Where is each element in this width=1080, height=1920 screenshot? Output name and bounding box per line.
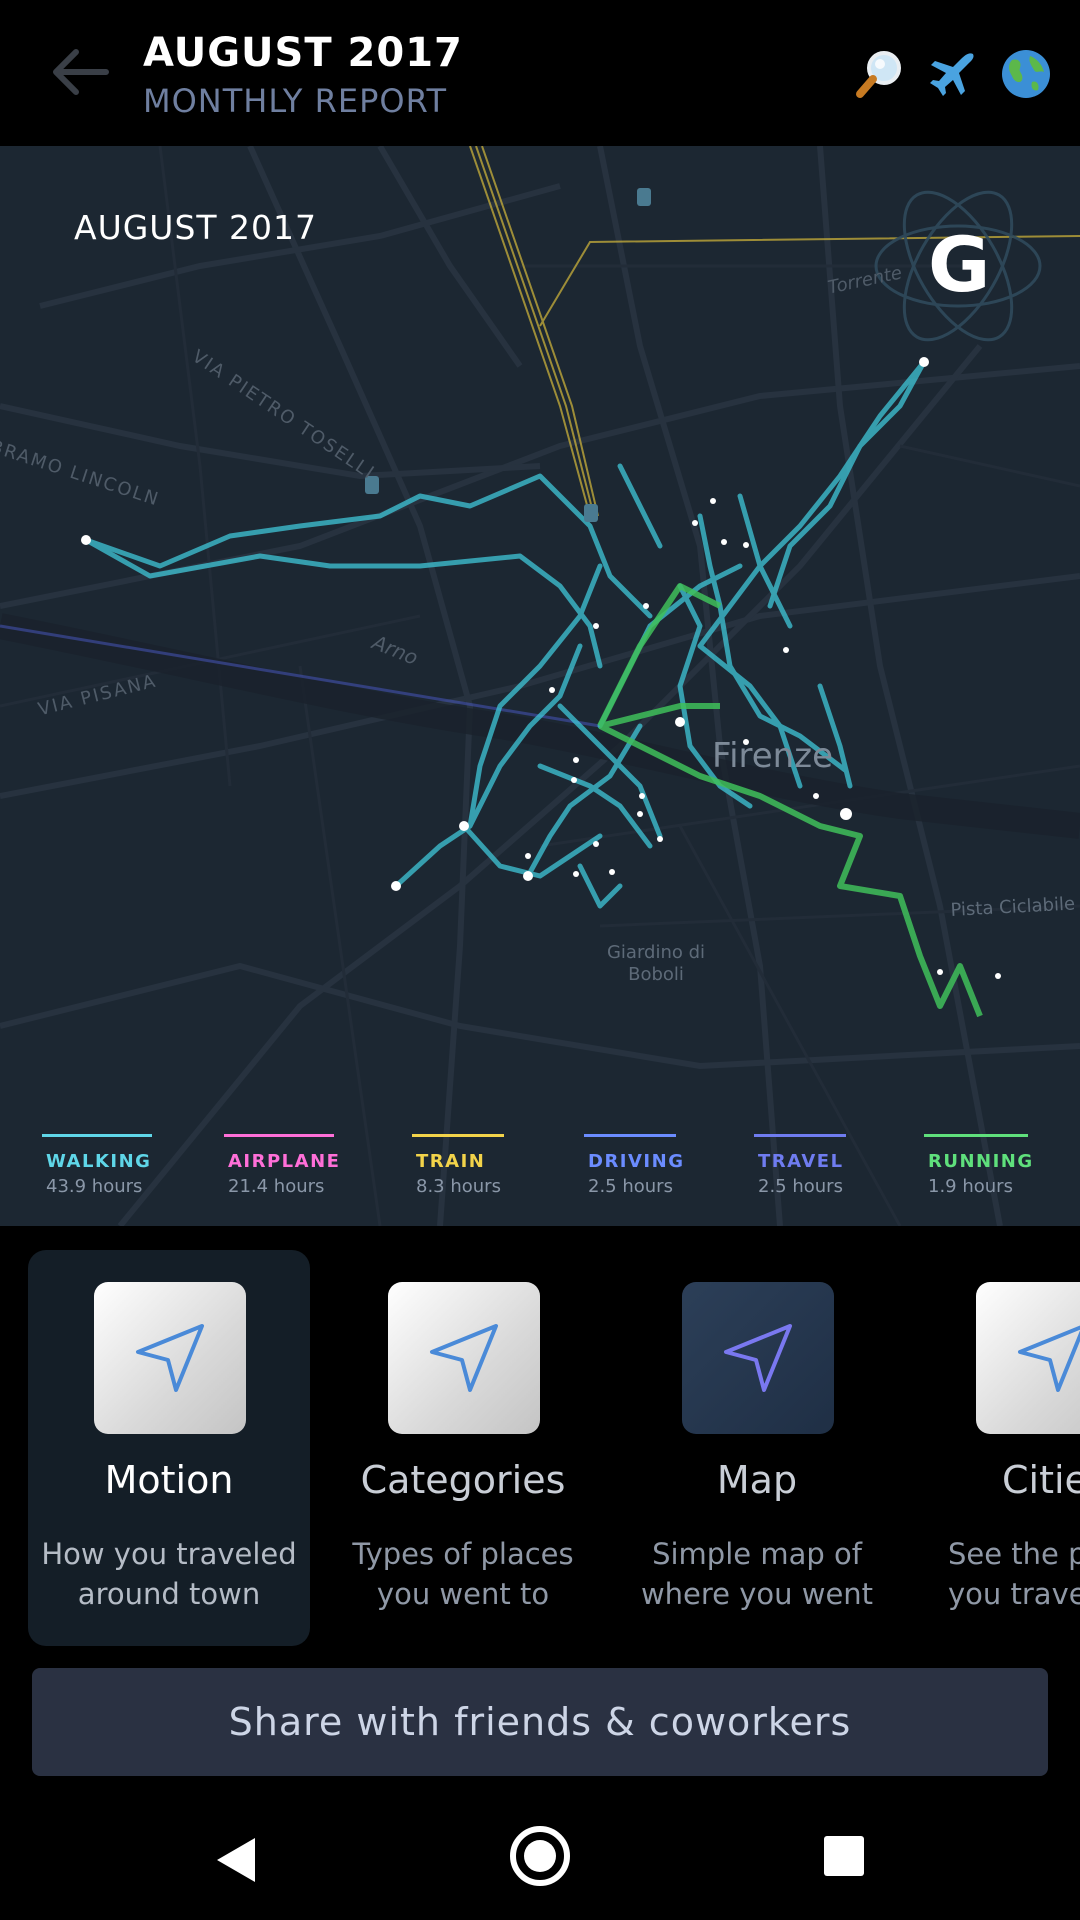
navigation-arrow-icon xyxy=(1018,1325,1080,1392)
legend-item-airplane[interactable]: AIRPLANE 21.4 hours xyxy=(224,1134,368,1197)
place-label: Giardino di Boboli xyxy=(606,942,706,985)
card-categories[interactable]: Categories Types of places you went to xyxy=(322,1250,604,1646)
legend-item-travel[interactable]: TRAVEL 2.5 hours xyxy=(754,1134,898,1197)
legend-item-running[interactable]: RUNNING 1.9 hours xyxy=(924,1134,1068,1197)
city-label: Firenze xyxy=(712,736,833,776)
back-arrow-icon[interactable] xyxy=(48,40,112,104)
card-thumbnail xyxy=(976,1282,1080,1434)
page-title: AUGUST 2017 xyxy=(143,30,463,76)
map-logo: G xyxy=(928,220,991,309)
report-carousel[interactable]: Motion How you traveled around town Categ… xyxy=(0,1226,1080,1656)
nav-home-icon[interactable] xyxy=(510,1826,570,1886)
motion-legend: WALKING 43.9 hours AIRPLANE 21.4 hours T… xyxy=(0,1134,1080,1226)
system-nav-bar xyxy=(0,1800,1080,1920)
legend-item-walking[interactable]: WALKING 43.9 hours xyxy=(42,1134,186,1197)
share-button[interactable]: Share with friends & coworkers xyxy=(32,1668,1048,1776)
app-header: AUGUST 2017 MONTHLY REPORT xyxy=(0,0,1080,146)
airplane-icon[interactable] xyxy=(925,46,981,102)
card-motion[interactable]: Motion How you traveled around town xyxy=(28,1250,310,1646)
globe-icon[interactable] xyxy=(998,46,1054,102)
magnifier-icon[interactable] xyxy=(852,46,908,102)
legend-item-train[interactable]: TRAIN 8.3 hours xyxy=(412,1134,556,1197)
card-thumbnail xyxy=(682,1282,834,1434)
map-title: AUGUST 2017 xyxy=(74,208,318,247)
navigation-arrow-icon xyxy=(430,1324,498,1392)
nav-back-icon[interactable] xyxy=(215,1836,257,1884)
motion-map[interactable]: AUGUST 2017 G Firenze VIA PIETRO TOSELLI… xyxy=(0,146,1080,1226)
route-map-canvas xyxy=(0,146,1080,1226)
page-subtitle: MONTHLY REPORT xyxy=(143,82,448,120)
card-map[interactable]: Map Simple map of where you went xyxy=(616,1250,898,1646)
navigation-arrow-icon xyxy=(136,1324,204,1392)
card-thumbnail xyxy=(388,1282,540,1434)
nav-recents-icon[interactable] xyxy=(824,1836,864,1876)
card-cities[interactable]: Citie See the p you trave xyxy=(910,1250,1080,1646)
card-thumbnail xyxy=(94,1282,246,1434)
legend-item-driving[interactable]: DRIVING 2.5 hours xyxy=(584,1134,728,1197)
navigation-arrow-icon xyxy=(724,1324,792,1392)
